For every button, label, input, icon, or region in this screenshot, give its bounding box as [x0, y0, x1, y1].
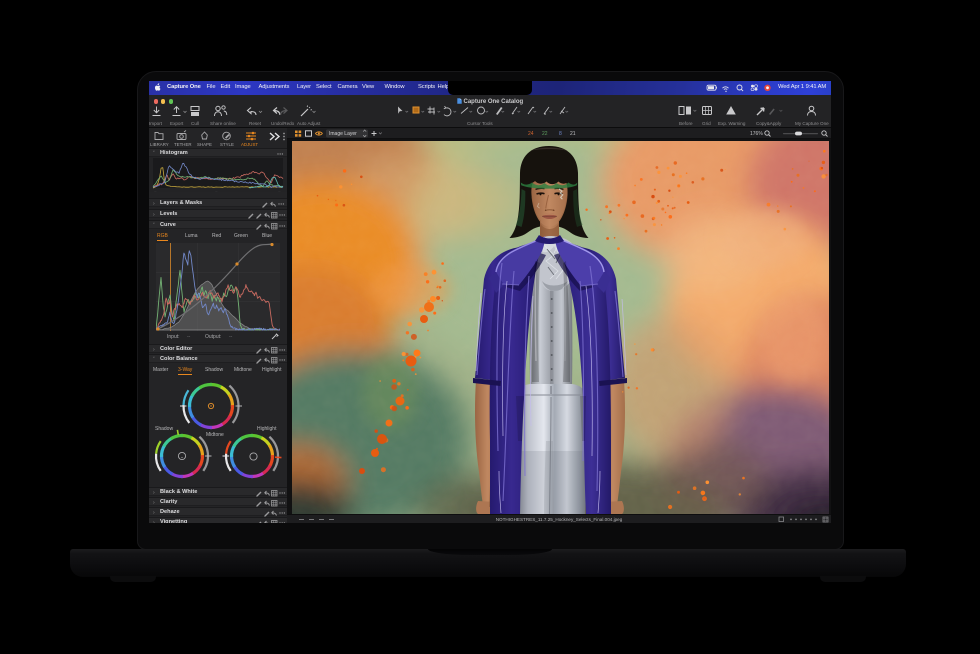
svg-text:...: ... [154, 189, 157, 192]
svg-text:...: ... [278, 189, 281, 192]
svg-text:...: ... [215, 189, 218, 192]
